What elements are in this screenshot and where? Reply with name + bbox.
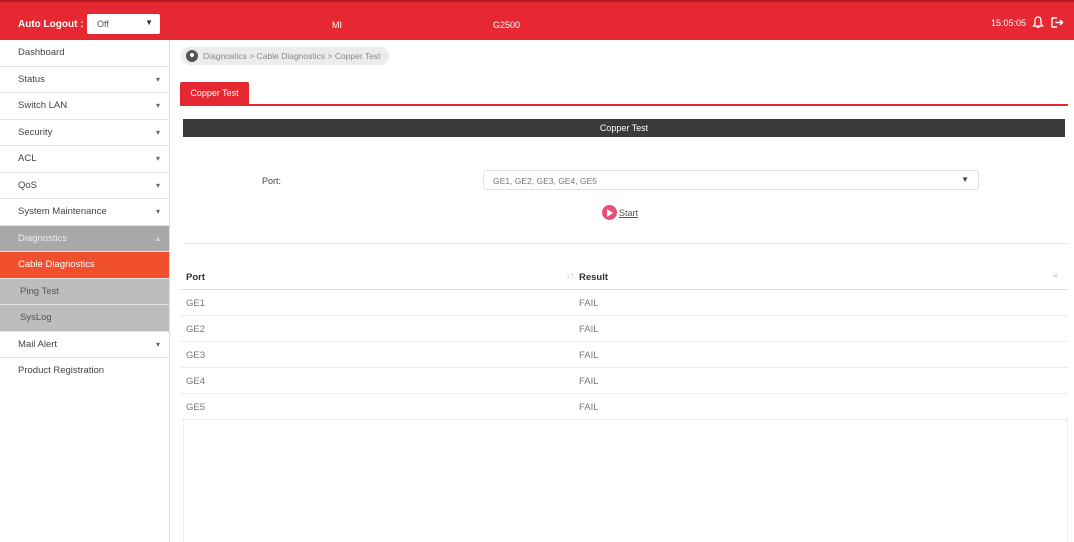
sidebar-item-product-registration[interactable]: Product Registration <box>0 358 169 385</box>
column-header-port[interactable]: Port <box>186 272 205 283</box>
table-empty-area <box>183 418 1068 542</box>
section-title: Copper Test <box>183 119 1065 137</box>
sidebar-item-diagnostics[interactable]: Diagnostics ▴ <box>0 225 169 252</box>
chevron-up-icon: ▴ <box>155 233 160 243</box>
sidebar-item-qos[interactable]: QoS ▾ <box>0 173 169 199</box>
start-button-label: Start <box>619 207 639 218</box>
chevron-down-icon: ▾ <box>155 180 160 190</box>
chevron-down-icon: ▼ <box>145 18 153 27</box>
sidebar-item-label: Ping Test <box>20 285 59 297</box>
start-button[interactable]: Start <box>602 205 638 220</box>
sidebar: Dashboard Status ▾ Switch LAN ▾ Security ▾ … <box>0 40 170 542</box>
main-content: Diagnostics > Cable Diagnostics > Copper… <box>170 40 1074 542</box>
chevron-down-icon: ▾ <box>155 207 160 216</box>
sidebar-item-label: QoS <box>18 179 38 191</box>
header-model-text: MI <box>332 20 342 30</box>
table-header: Port ↓↑ Result ≡ <box>181 262 1068 290</box>
sidebar-item-label: Mail Alert <box>18 338 58 350</box>
chevron-down-icon: ▼ <box>961 175 969 184</box>
clock-text: 15:05:05 <box>990 17 1026 28</box>
sidebar-item-label: Switch LAN <box>18 100 68 111</box>
header-right: 15:05:05 <box>991 16 1064 29</box>
chevron-down-icon: ▾ <box>155 127 160 137</box>
cell-port: GE1 <box>186 298 206 309</box>
sidebar-item-label: Diagnostics <box>18 232 68 244</box>
chevron-down-icon: ▾ <box>155 74 160 84</box>
cell-result: FAIL <box>579 350 599 361</box>
divider <box>183 243 1068 244</box>
table-row: GE1 FAIL <box>181 290 1068 316</box>
cell-port: GE2 <box>186 324 206 335</box>
bell-icon[interactable] <box>1032 16 1044 29</box>
table-row: GE3 FAIL <box>181 342 1068 368</box>
sidebar-item-ping-test[interactable]: Ping Test <box>0 278 169 305</box>
sidebar-item-label: System Maintenance <box>18 206 107 217</box>
cell-result: FAIL <box>579 324 599 335</box>
results-table: Port ↓↑ Result ≡ GE1 FAIL GE2 FAIL GE3 F… <box>181 262 1068 420</box>
table-row: GE2 FAIL <box>181 316 1068 342</box>
sidebar-item-status[interactable]: Status ▾ <box>0 67 169 93</box>
play-icon <box>602 205 617 220</box>
sidebar-item-dashboard[interactable]: Dashboard <box>0 40 169 67</box>
tab-bar: Copper Test <box>180 82 1068 106</box>
chevron-down-icon: ▾ <box>155 154 160 163</box>
cell-port: GE3 <box>186 350 206 361</box>
sidebar-item-label: ACL <box>18 153 37 164</box>
cell-port: GE4 <box>186 376 206 387</box>
sidebar-item-label: Security <box>18 126 53 138</box>
table-row: GE4 FAIL <box>181 368 1068 394</box>
top-bar: Auto Logout : Off ▼ MI G2500 15:05:05 <box>0 0 1074 40</box>
location-pin-icon <box>186 50 198 62</box>
logout-icon[interactable] <box>1050 16 1064 29</box>
sidebar-item-acl[interactable]: ACL ▾ <box>0 146 169 173</box>
cell-result: FAIL <box>579 402 599 413</box>
sidebar-item-syslog[interactable]: SysLog <box>0 305 169 332</box>
auto-logout-select[interactable]: Off ▼ <box>87 14 160 34</box>
breadcrumb-text: Diagnostics > Cable Diagnostics > Copper… <box>203 51 381 61</box>
header-device-name: G2500 <box>493 20 521 30</box>
sidebar-item-security[interactable]: Security ▾ <box>0 120 169 146</box>
sidebar-item-label: Product Registration <box>18 365 105 376</box>
port-select-value: GE1, GE2, GE3, GE4, GE5 <box>493 176 597 186</box>
sidebar-item-cable-diagnostics[interactable]: Cable Diagnostics <box>0 252 169 279</box>
cell-result: FAIL <box>579 298 599 309</box>
port-select[interactable]: GE1, GE2, GE3, GE4, GE5 ▼ <box>483 170 979 190</box>
sidebar-item-label: SysLog <box>20 312 52 323</box>
cell-result: FAIL <box>579 376 599 387</box>
auto-logout-label: Auto Logout : <box>18 19 84 30</box>
sidebar-item-system-maintenance[interactable]: System Maintenance ▾ <box>0 199 169 226</box>
port-label: Port: <box>262 176 282 186</box>
sort-icon[interactable]: ↓↑ <box>566 271 574 280</box>
sidebar-item-label: Dashboard <box>18 47 65 58</box>
sidebar-item-mail-alert[interactable]: Mail Alert ▾ <box>0 332 169 358</box>
table-row: GE5 FAIL <box>181 394 1068 420</box>
chevron-down-icon: ▾ <box>155 339 160 349</box>
sidebar-item-switch-lan[interactable]: Switch LAN ▾ <box>0 93 169 120</box>
chevron-down-icon: ▾ <box>155 101 160 110</box>
column-header-result[interactable]: Result <box>579 272 608 283</box>
sort-icon[interactable]: ≡ <box>1053 271 1058 280</box>
breadcrumb: Diagnostics > Cable Diagnostics > Copper… <box>181 47 389 65</box>
tab-copper-test[interactable]: Copper Test <box>180 82 249 104</box>
cell-port: GE5 <box>186 402 206 413</box>
sidebar-item-label: Cable Diagnostics <box>18 259 95 270</box>
sidebar-item-label: Status <box>18 73 45 85</box>
auto-logout-value: Off <box>97 19 109 29</box>
